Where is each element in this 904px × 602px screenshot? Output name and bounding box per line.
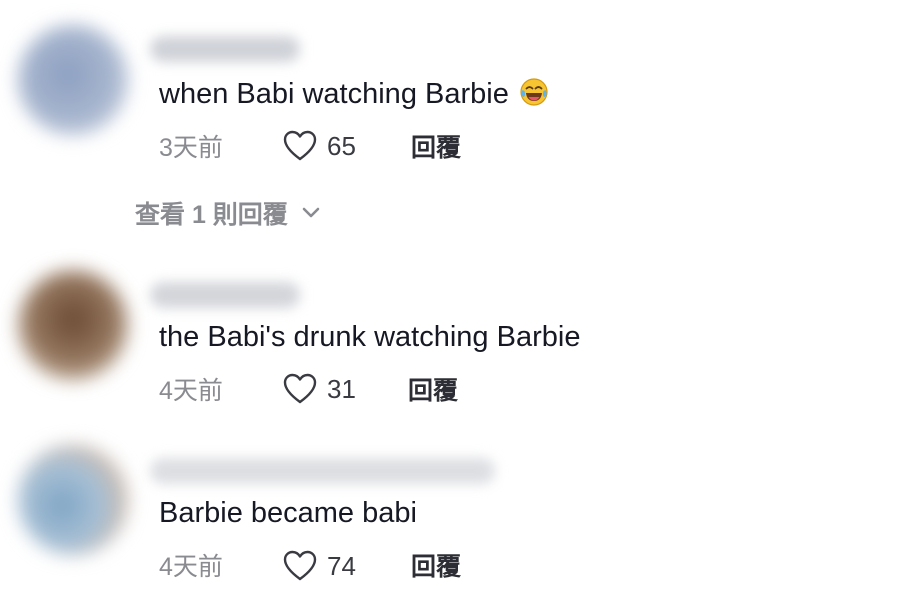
comment-timestamp: 4天前 (159, 553, 223, 581)
like-button[interactable]: 31 (283, 373, 356, 405)
heart-icon (283, 130, 317, 162)
comment-timestamp: 3天前 (159, 134, 223, 162)
like-count: 65 (327, 131, 356, 161)
comment-item: when Babi watching Barbie 3天前 65 回覆 (0, 0, 904, 200)
like-count: 74 (327, 551, 356, 581)
avatar[interactable] (18, 25, 128, 135)
avatar[interactable] (18, 270, 128, 380)
username-blurred[interactable] (150, 458, 495, 484)
username-blurred[interactable] (150, 36, 300, 62)
reply-button[interactable]: 回覆 (411, 552, 461, 582)
comment-text: the Babi's drunk watching Barbie (159, 321, 581, 353)
comment-text-body: when Babi watching Barbie (159, 78, 509, 110)
comment-text: when Babi watching Barbie (159, 76, 549, 112)
comment-item: Barbie became babi 4天前 74 回覆 (0, 440, 904, 602)
view-replies-button[interactable]: 查看 1 則回覆 (135, 200, 320, 230)
heart-icon (283, 550, 317, 582)
avatar[interactable] (18, 445, 128, 555)
reply-button[interactable]: 回覆 (411, 133, 461, 163)
username-blurred[interactable] (150, 282, 300, 308)
reply-button[interactable]: 回覆 (408, 376, 458, 406)
comment-timestamp: 4天前 (159, 377, 223, 405)
comment-text: Barbie became babi (159, 497, 417, 529)
like-count: 31 (327, 374, 356, 404)
chevron-down-icon (302, 206, 320, 224)
face-with-tears-of-joy-icon (519, 77, 549, 107)
comment-item: the Babi's drunk watching Barbie 4天前 31 … (0, 260, 904, 430)
like-button[interactable]: 65 (283, 130, 356, 162)
view-replies-label: 查看 1 則回覆 (135, 201, 288, 229)
like-button[interactable]: 74 (283, 550, 356, 582)
heart-icon (283, 373, 317, 405)
